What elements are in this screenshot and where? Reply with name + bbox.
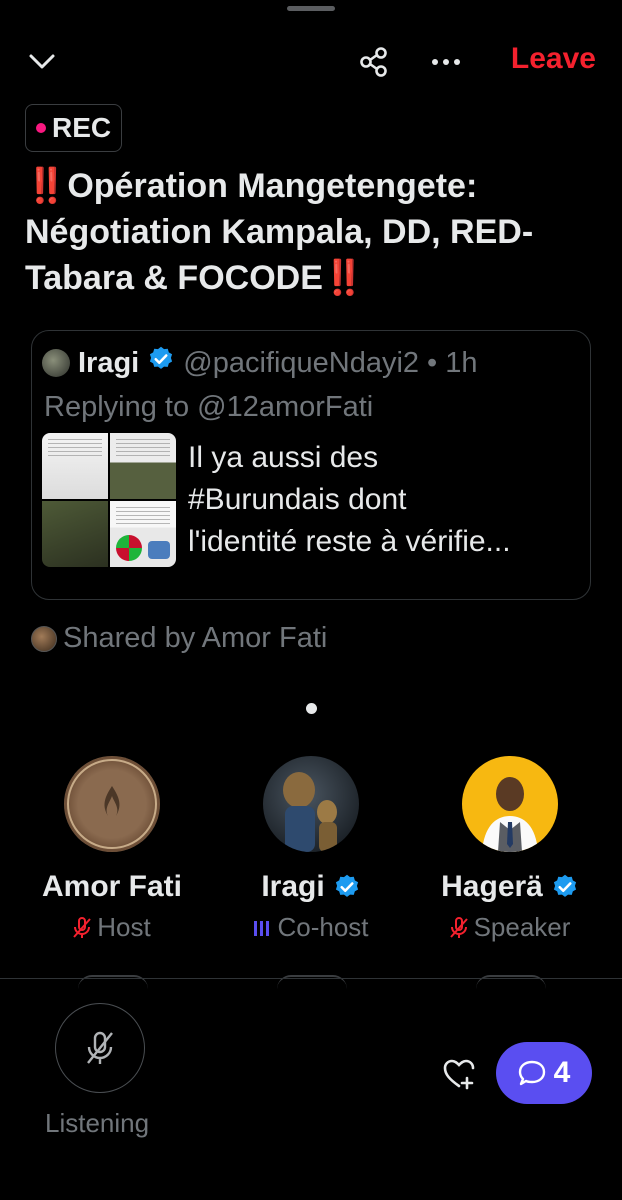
speaker-role: Speaker — [415, 912, 605, 943]
mic-off-icon — [449, 916, 468, 939]
heart-plus-icon — [443, 1058, 477, 1090]
post-header: Iragi @pacifiqueNdayi2 • 1h — [42, 345, 477, 381]
post-text: Il ya aussi des #Burundais dont l'identi… — [188, 437, 578, 563]
speaker-role: Co-host — [216, 912, 406, 943]
comment-count: 4 — [553, 1056, 571, 1089]
speaker-hagera[interactable]: Hagerä Speaker — [415, 756, 605, 943]
exclamation-emoji-end: ‼️ — [322, 259, 366, 297]
media-thumbnail[interactable] — [42, 433, 108, 499]
speaker-role-text: Speaker — [473, 912, 571, 942]
avatar[interactable] — [263, 756, 359, 852]
post-handle[interactable]: @pacifiqueNdayi2 — [183, 347, 419, 380]
verified-badge-icon — [147, 345, 175, 381]
avatar[interactable] — [64, 756, 160, 852]
media-thumbnail[interactable] — [110, 433, 176, 499]
reaction-button[interactable] — [440, 1054, 480, 1094]
recording-badge: REC — [25, 104, 123, 152]
page-indicator-dot — [306, 703, 317, 714]
mic-off-icon — [85, 1030, 115, 1066]
speaker-role-text: Host — [97, 912, 151, 942]
post-author-avatar[interactable] — [42, 349, 70, 377]
more-horizontal-icon[interactable] — [428, 44, 464, 80]
comments-button[interactable]: 4 — [496, 1042, 592, 1104]
speaker-name-text: Iragi — [261, 870, 325, 903]
mic-off-icon — [73, 916, 92, 939]
speaker-role-text: Co-host — [277, 912, 369, 942]
speaker-iragi[interactable]: Iragi Co-host — [216, 756, 406, 943]
exclamation-emoji-start: ‼️ — [25, 167, 68, 205]
recording-dot — [36, 123, 46, 133]
leave-button[interactable]: Leave — [511, 42, 596, 76]
verified-badge-icon — [333, 873, 361, 901]
media-thumbnail[interactable] — [110, 501, 176, 567]
bottom-bar-divider — [0, 978, 622, 979]
shared-by[interactable]: Shared by Amor Fati — [31, 622, 327, 655]
mic-toggle-button[interactable] — [55, 1003, 145, 1093]
speaker-amor-fati[interactable]: Amor Fati Host — [17, 756, 207, 943]
post-time: 1h — [445, 346, 478, 379]
post-media-grid[interactable] — [42, 433, 176, 567]
speaker-name-text: Amor Fati — [41, 870, 182, 903]
post-text-line: Il ya aussi des — [188, 441, 379, 474]
verified-badge-icon — [551, 873, 579, 901]
chevron-down-icon[interactable] — [24, 44, 60, 80]
speaker-name-text: Hagerä — [441, 870, 543, 903]
avatar[interactable] — [462, 756, 558, 852]
comment-icon — [518, 1059, 546, 1087]
post-author-name[interactable]: Iragi — [78, 347, 139, 380]
drag-handle[interactable] — [287, 6, 335, 11]
space-title: ‼️Opération Mangetengete: Négotiation Ka… — [25, 163, 605, 301]
post-text-line: l'identité reste à vérifie... — [188, 525, 511, 558]
space-title-text: Opération Mangetengete: Négotiation Kamp… — [25, 167, 534, 297]
speaker-name: Hagerä — [415, 870, 605, 904]
speaker-role: Host — [17, 912, 207, 943]
replying-to[interactable]: Replying to @12amorFati — [44, 391, 373, 424]
speaker-name: Amor Fati — [17, 870, 207, 904]
post-separator: • — [427, 346, 438, 379]
pinned-post-card[interactable]: Iragi @pacifiqueNdayi2 • 1h Replying to … — [31, 330, 591, 600]
listening-label: Listening — [45, 1108, 150, 1138]
sharer-avatar — [31, 625, 57, 652]
speaking-bars-icon — [253, 918, 271, 938]
share-icon[interactable] — [356, 44, 392, 80]
post-text-line: #Burundais dont — [188, 483, 407, 516]
media-thumbnail[interactable] — [42, 501, 108, 567]
recording-label: REC — [52, 112, 112, 143]
shared-by-label: Shared by Amor Fati — [63, 622, 328, 654]
speaker-name: Iragi — [216, 870, 406, 904]
